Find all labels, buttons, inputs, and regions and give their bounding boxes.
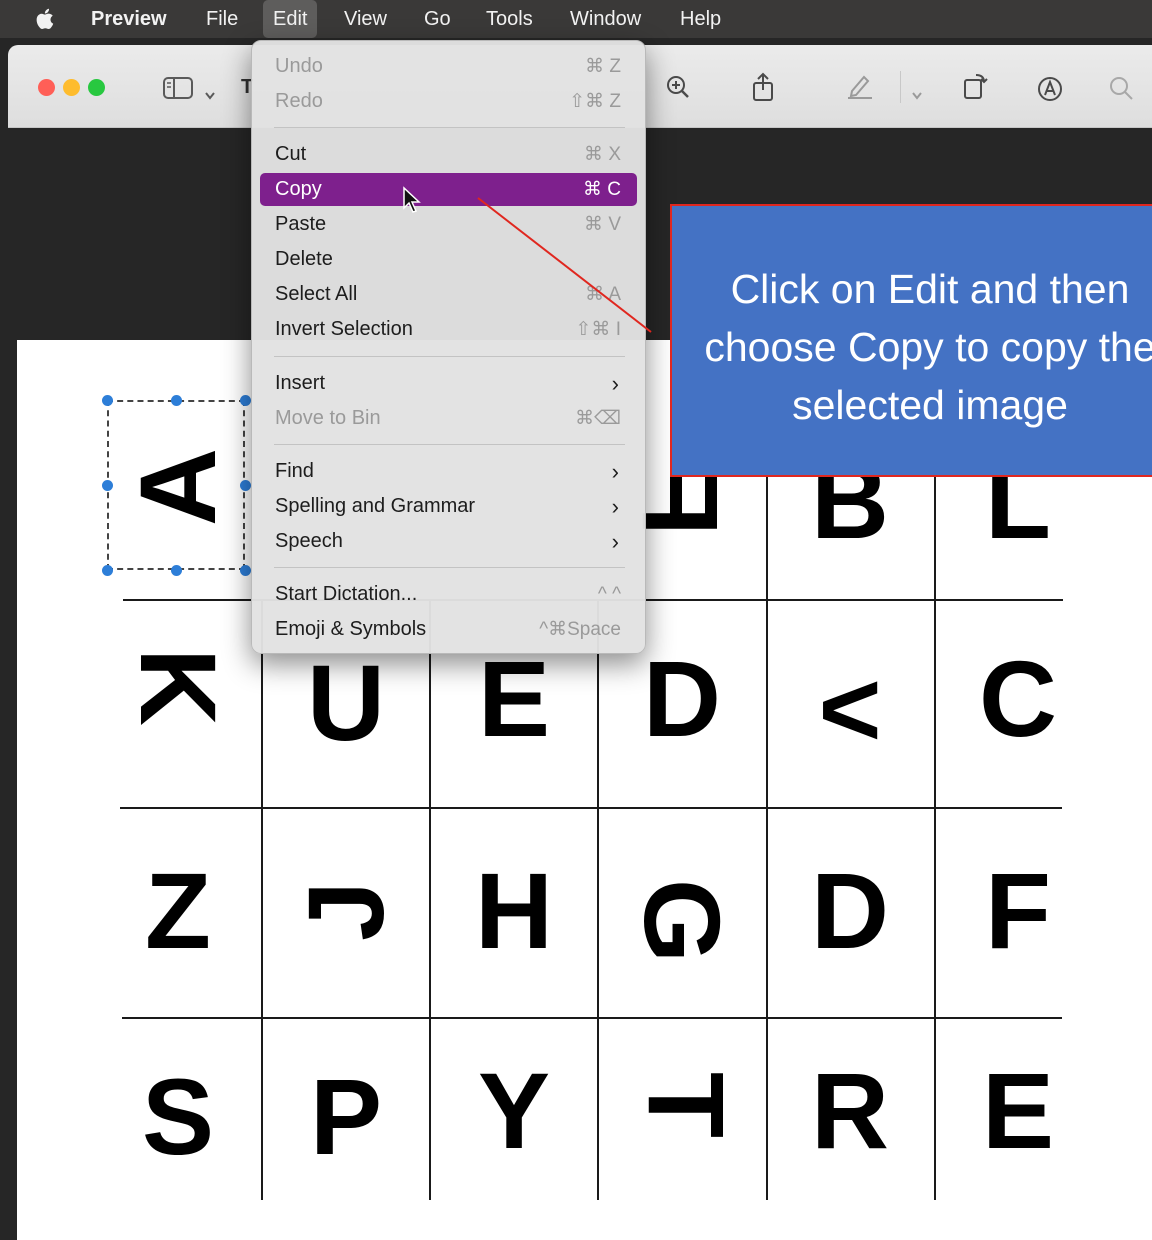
- callout-connector: [477, 197, 652, 333]
- callout-text: Click on Edit and then choose Copy to co…: [704, 266, 1152, 428]
- instruction-callout: Click on Edit and then choose Copy to co…: [670, 204, 1152, 477]
